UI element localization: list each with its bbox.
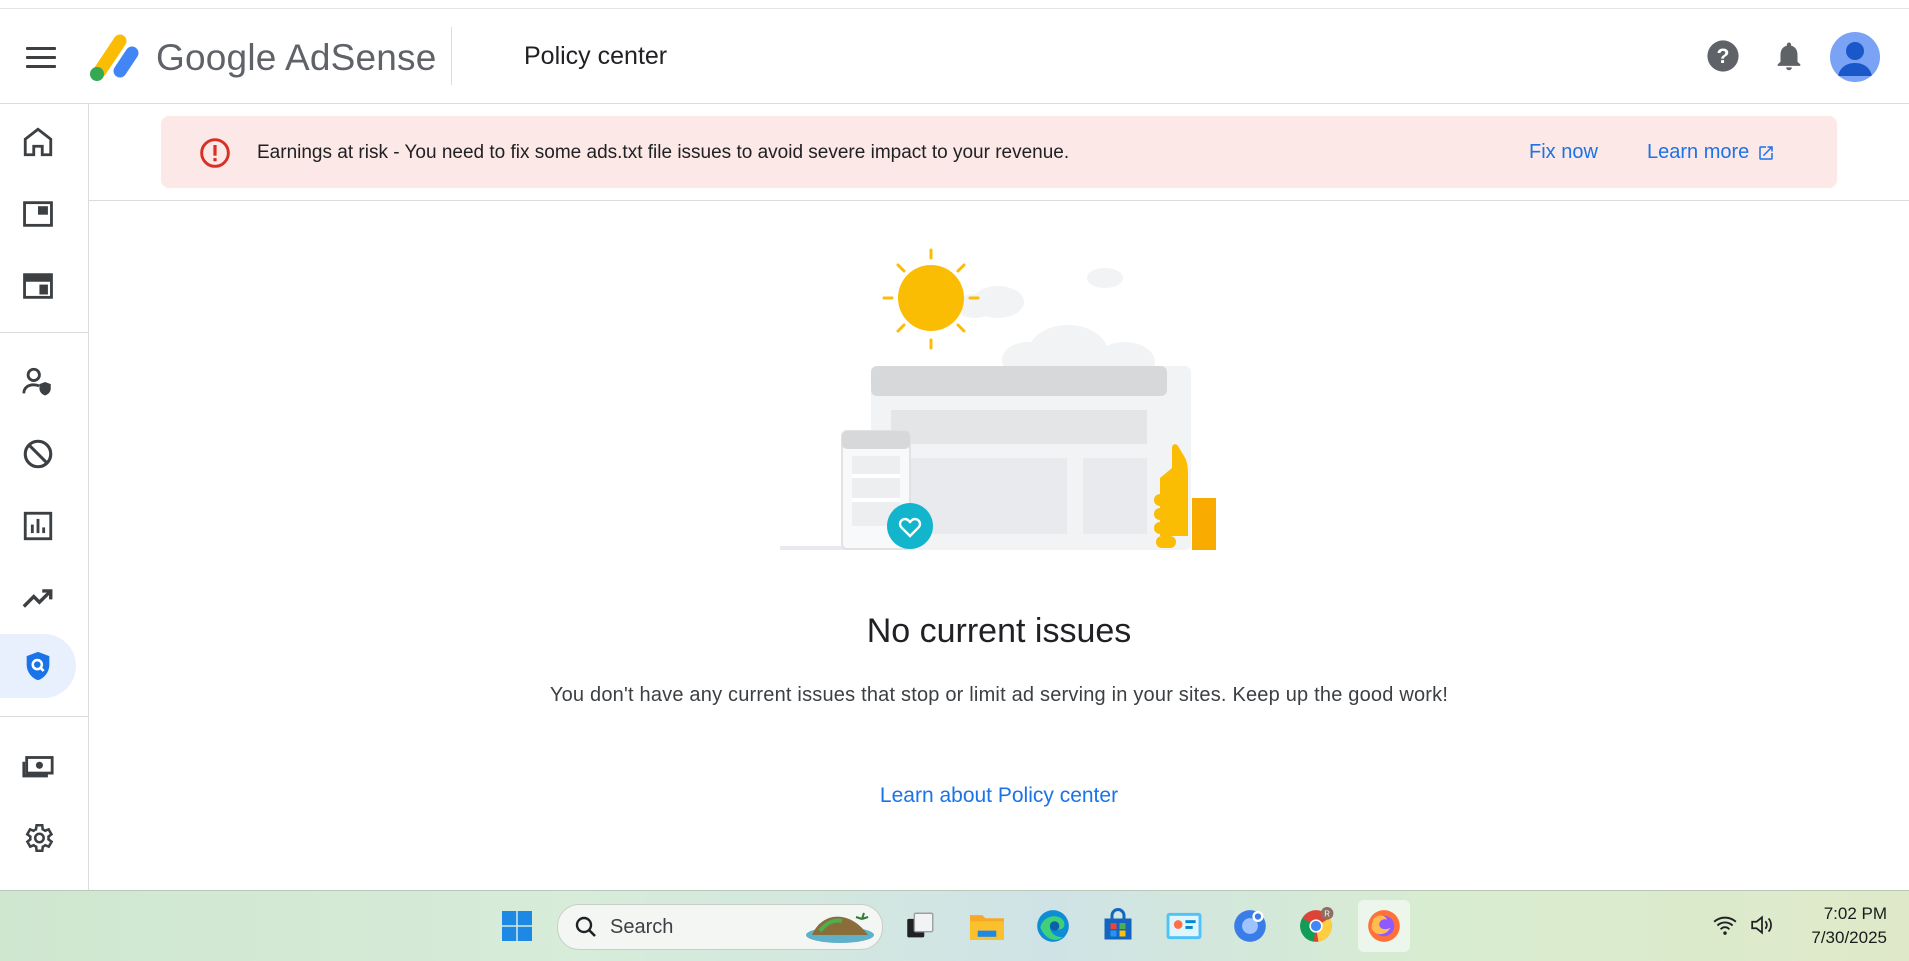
wifi-icon[interactable]: [1712, 913, 1738, 937]
block-icon: [23, 439, 53, 469]
privacy-icon: [22, 367, 51, 396]
earnings-at-risk-banner: Earnings at risk - You need to fix some …: [161, 116, 1837, 188]
trending-icon: [22, 589, 53, 608]
clock-time: 7:02 PM: [1823, 904, 1887, 923]
ads-icon: [23, 201, 53, 227]
learn-about-policy-center-link[interactable]: Learn about Policy center: [880, 784, 1118, 807]
edge-icon[interactable]: [1030, 903, 1076, 949]
copilot-icon[interactable]: [1227, 903, 1273, 949]
reports-icon: [23, 511, 53, 541]
volume-icon[interactable]: [1748, 913, 1776, 937]
sidebar-item-payments[interactable]: [0, 734, 76, 798]
payments-icon: [22, 756, 54, 778]
sidebar-item-content[interactable]: [0, 254, 76, 318]
file-explorer-icon[interactable]: [964, 903, 1010, 949]
header-divider: [451, 27, 452, 85]
help-icon[interactable]: ?: [1706, 39, 1740, 73]
brand-name: Google AdSense: [156, 37, 437, 78]
fix-now-link[interactable]: Fix now: [1529, 141, 1598, 164]
sidebar-item-optimization[interactable]: [0, 566, 76, 630]
search-highlight-icon: [806, 912, 874, 943]
open-in-new-icon: [1759, 145, 1774, 160]
sidebar-item-home[interactable]: [0, 110, 76, 174]
error-icon: [200, 138, 230, 168]
learn-more-link[interactable]: Learn more: [1647, 141, 1775, 164]
home-icon: [23, 127, 53, 157]
browser-top-strip: [0, 0, 1909, 9]
windows-taskbar: Search R 7:02 PM 7/30/2025: [0, 890, 1909, 961]
sidebar-item-reports[interactable]: [0, 494, 76, 558]
sidebar-item-blocking[interactable]: [0, 422, 76, 486]
search-placeholder: Search: [610, 916, 674, 938]
notifications-icon[interactable]: [1772, 39, 1806, 73]
empty-state-title: No current issues: [866, 612, 1132, 650]
learn-policy-center-container: Learn about Policy center: [89, 784, 1909, 808]
svg-text:R: R: [1324, 910, 1330, 919]
sidebar-item-policy-center[interactable]: [0, 634, 76, 698]
account-icon: [1838, 42, 1872, 76]
banner-message: Earnings at risk - You need to fix some …: [257, 142, 1070, 163]
store-icon[interactable]: [1095, 903, 1141, 949]
system-clock[interactable]: 7:02 PM 7/30/2025: [1811, 902, 1887, 950]
search-icon: [575, 916, 596, 937]
no-issues-illustration: [780, 248, 1216, 550]
content-icon: [23, 273, 53, 299]
menu-icon[interactable]: [20, 41, 62, 71]
firefox-icon[interactable]: [1358, 900, 1410, 952]
sidebar-item-ads[interactable]: [0, 182, 76, 246]
taskbar-search-box[interactable]: Search: [557, 904, 883, 950]
policy-shield-icon: [26, 651, 50, 681]
nav-divider: [0, 332, 88, 333]
chrome-icon[interactable]: R: [1293, 903, 1339, 949]
sidebar-item-settings[interactable]: [0, 806, 76, 870]
clock-date: 7/30/2025: [1811, 928, 1887, 947]
settings-icon: [25, 823, 54, 853]
widgets-icon[interactable]: [1161, 903, 1207, 949]
learn-more-label: Learn more: [1647, 141, 1750, 163]
windows-start-icon[interactable]: [494, 903, 540, 949]
empty-state-description: You don't have any current issues that s…: [549, 684, 1449, 706]
adsense-logo-icon: [90, 34, 139, 81]
nav-divider: [0, 716, 88, 717]
sidebar-nav: [0, 104, 89, 890]
avatar[interactable]: [1830, 32, 1880, 82]
sidebar-item-privacy[interactable]: [0, 350, 76, 414]
page-title: Policy center: [524, 42, 668, 70]
task-view-icon[interactable]: [897, 903, 943, 949]
app-header: Google AdSense Policy center ?: [0, 9, 1909, 104]
alert-banner-area: Earnings at risk - You need to fix some …: [89, 104, 1909, 201]
svg-text:?: ?: [1717, 44, 1730, 68]
